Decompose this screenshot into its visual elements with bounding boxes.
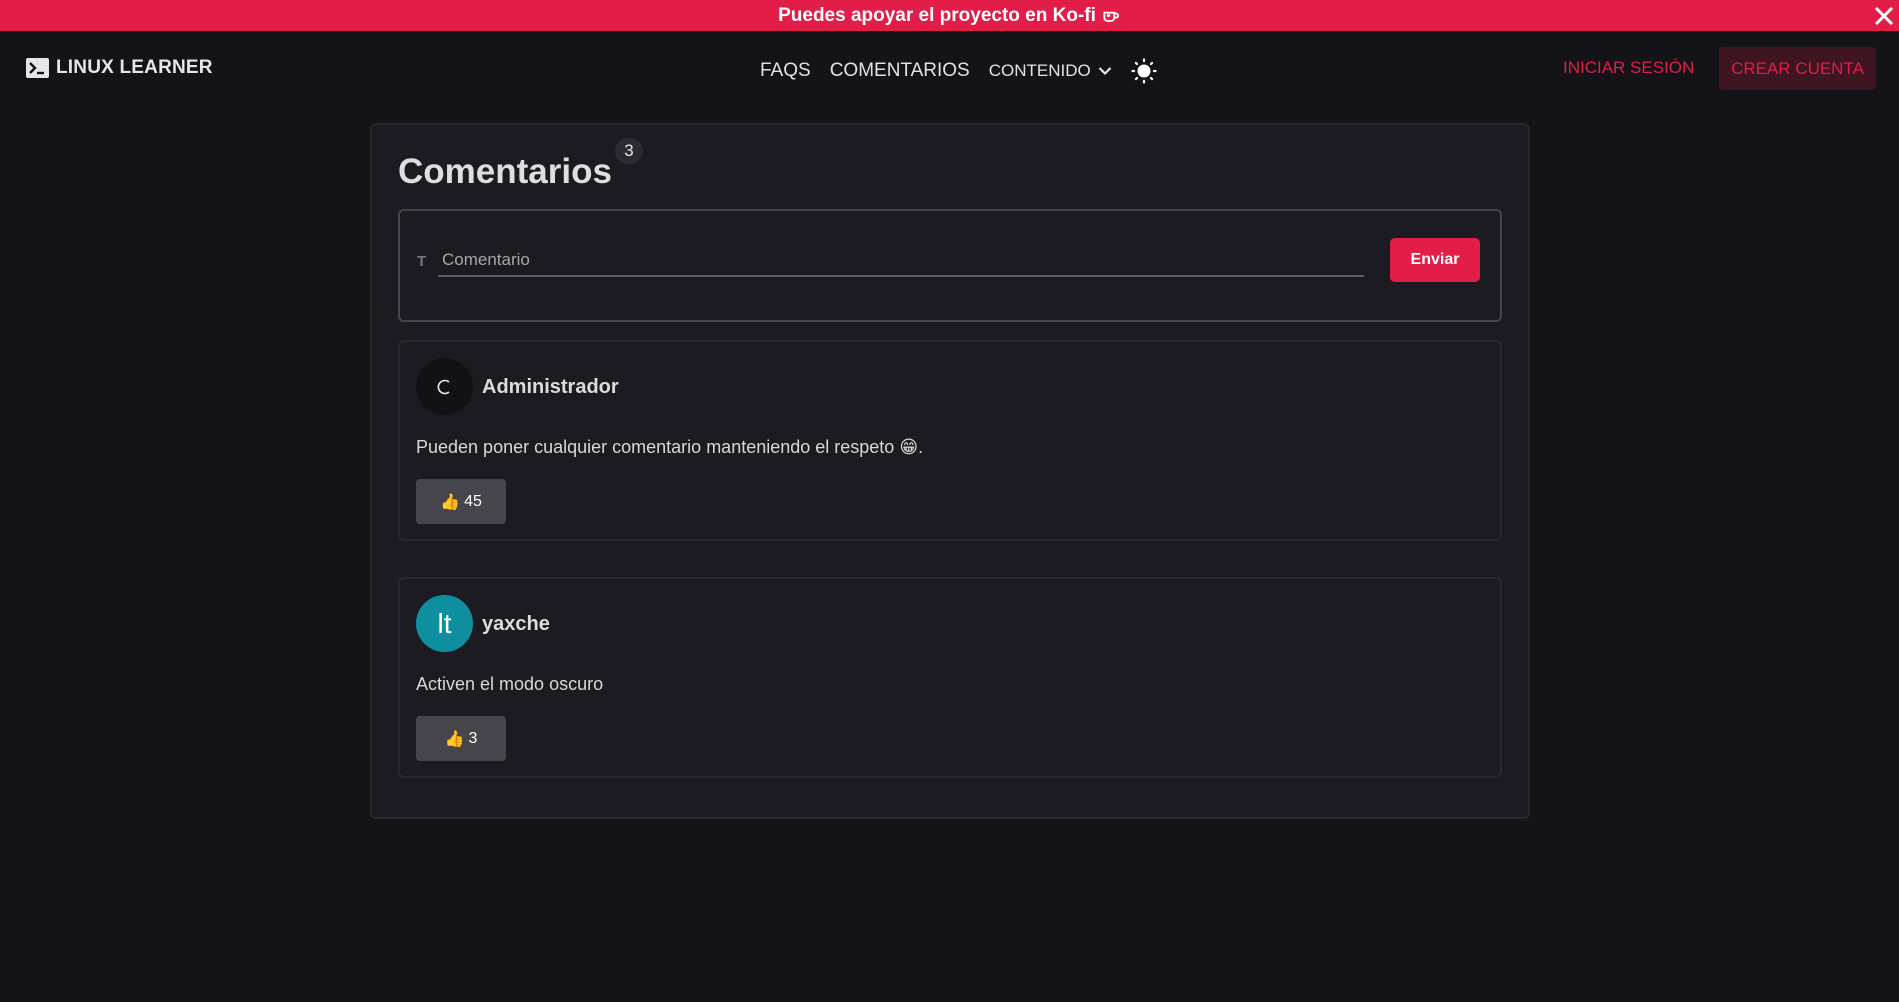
top-navbar: LINUX LEARNER FAQS COMENTARIOS CONTENIDO bbox=[0, 31, 1899, 106]
avatar bbox=[416, 358, 473, 415]
loading-spinner-icon bbox=[437, 379, 450, 394]
avatar: lt bbox=[416, 595, 473, 652]
close-banner-button[interactable] bbox=[1869, 0, 1899, 31]
send-button[interactable]: Enviar bbox=[1390, 238, 1480, 282]
banner-text[interactable]: Puedes apoyar el proyecto en Ko-fi bbox=[778, 5, 1096, 27]
login-link[interactable]: INICIAR SESIÓN bbox=[1563, 58, 1694, 78]
like-button[interactable]: 👍 45 bbox=[416, 479, 506, 524]
comment-text: Activen el modo oscuro bbox=[416, 674, 604, 694]
main-nav: FAQS COMENTARIOS CONTENIDO bbox=[760, 57, 1158, 85]
thumbs-up-icon: 👍 bbox=[444, 730, 465, 748]
brand-link[interactable]: LINUX LEARNER bbox=[26, 57, 213, 79]
coffee-cup-icon bbox=[1103, 11, 1119, 22]
page-title: Comentarios bbox=[398, 152, 612, 191]
comment-input[interactable] bbox=[438, 244, 1364, 277]
nav-comentarios[interactable]: COMENTARIOS bbox=[830, 60, 970, 82]
sun-icon bbox=[1131, 58, 1157, 84]
comment-form: T Enviar bbox=[398, 209, 1502, 322]
brand-name: LINUX LEARNER bbox=[56, 57, 213, 78]
like-button[interactable]: 👍 3 bbox=[416, 716, 506, 761]
text-field-icon: T bbox=[417, 253, 427, 270]
comments-card: Comentarios 3 T Enviar Administrador Pue… bbox=[370, 123, 1530, 819]
comment-author: Administrador bbox=[482, 376, 619, 398]
comment-item: Administrador Pueden poner cualquier com… bbox=[398, 340, 1502, 541]
signup-button[interactable]: CREAR CUENTA bbox=[1719, 47, 1876, 90]
comment-author: yaxche bbox=[482, 613, 550, 635]
close-icon bbox=[1874, 6, 1894, 25]
like-count: 45 bbox=[464, 492, 482, 510]
support-banner[interactable]: Puedes apoyar el proyecto en Ko-fi bbox=[0, 0, 1899, 31]
comment-text: Pueden poner cualquier comentario manten… bbox=[416, 437, 924, 457]
terminal-icon bbox=[26, 58, 49, 78]
theme-toggle-button[interactable] bbox=[1130, 57, 1158, 85]
comment-item: lt yaxche Activen el modo oscuro 👍 3 bbox=[398, 577, 1502, 778]
chevron-down-icon bbox=[1098, 67, 1112, 76]
nav-faqs[interactable]: FAQS bbox=[760, 60, 811, 82]
like-count: 3 bbox=[468, 729, 478, 747]
contenido-dropdown[interactable]: CONTENIDO bbox=[989, 61, 1112, 81]
contenido-label: CONTENIDO bbox=[988, 61, 1091, 80]
thumbs-up-icon: 👍 bbox=[440, 493, 461, 511]
comment-count-badge: 3 bbox=[615, 138, 643, 164]
